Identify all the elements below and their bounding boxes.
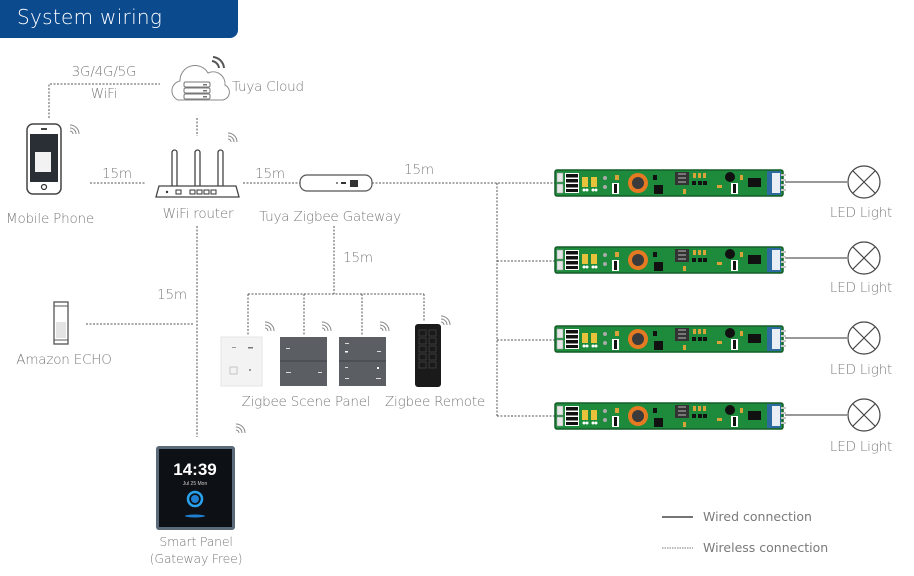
scene-panel-label: Zigbee Scene Panel: [241, 394, 371, 410]
remote-label: Zigbee Remote: [384, 394, 486, 410]
led-light-icon: [847, 321, 881, 355]
smart-panel-clock: 14:39: [173, 460, 217, 479]
smart-panel-sublabel: (Gateway Free): [149, 551, 243, 566]
smart-panel-date: Jul 25 Mon: [182, 481, 208, 487]
link-label-gateway-drivers: 15m: [404, 162, 434, 178]
led-light-icon: [847, 165, 881, 199]
link-label-router-gateway: 15m: [255, 166, 285, 182]
smart-panel-label: Smart Panel: [159, 534, 233, 549]
led-light-icon: [847, 241, 881, 275]
link-label-cellular: 3G/4G/5G: [71, 64, 137, 80]
led-light-label: LED Light: [829, 362, 893, 378]
led-light-label: LED Light: [829, 439, 893, 455]
wifi-signal-icon: [69, 124, 80, 135]
gateway-label: Tuya Zigbee Gateway: [259, 209, 401, 225]
wifi-signal-icon: [235, 423, 246, 434]
wifi-signal-icon: [264, 321, 275, 332]
title-banner: System wiring: [0, 0, 238, 38]
cloud-label: Tuya Cloud: [232, 79, 304, 95]
link-label-wifi: WiFi: [90, 86, 118, 102]
scene-panel-icon: [220, 336, 386, 387]
echo-label: Amazon ECHO: [16, 352, 112, 368]
zigbee-gateway-icon: [299, 174, 373, 192]
page-title: System wiring: [17, 5, 163, 29]
smart-speaker-icon: [53, 301, 69, 345]
led-light-icon: [847, 398, 881, 432]
led-driver-1: [554, 169, 787, 197]
legend-wireless-label: Wireless connection: [703, 540, 829, 555]
wifi-signal-icon: [379, 321, 390, 332]
cloud-server-icon: [171, 56, 230, 101]
led-driver-3: [554, 325, 787, 353]
phone-label: Mobile Phone: [6, 211, 94, 227]
router-label: WiFi router: [162, 206, 234, 222]
router-icon: [155, 149, 240, 198]
smartphone-icon: [26, 123, 62, 195]
wifi-signal-icon: [440, 315, 451, 326]
link-label-gateway-panels: 15m: [343, 250, 373, 266]
system-wiring-diagram: System wiring 3G/4G/5G WiFi Tuya Cloud M…: [0, 0, 914, 576]
led-driver-4: [554, 402, 787, 430]
led-light-label: LED Light: [829, 280, 893, 296]
led-light-label: LED Light: [829, 205, 893, 221]
remote-icon: [415, 324, 441, 387]
wifi-signal-icon: [227, 132, 238, 143]
link-label-phone-router: 15m: [102, 166, 132, 182]
legend-wired-label: Wired connection: [703, 509, 812, 524]
wifi-signal-icon: [321, 321, 332, 332]
smart-panel-icon: [156, 446, 235, 530]
link-label-router-echo: 15m: [157, 287, 187, 303]
led-driver-2: [554, 246, 787, 274]
